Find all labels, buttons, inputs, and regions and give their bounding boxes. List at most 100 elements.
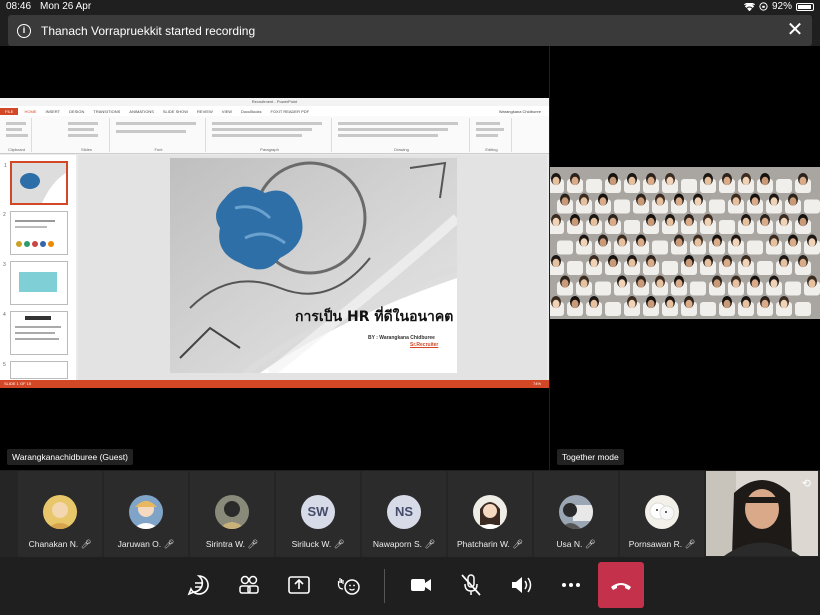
participant-tile[interactable]: Pornsawan R. 🎤︎ [620,471,704,557]
participant-tile[interactable]: NS Nawaporn S. 🎤︎ [362,471,446,557]
mic-muted-icon: 🎤︎ [684,539,696,549]
attendee-face [799,176,807,186]
participant-tile[interactable]: Phatcharin W. 🎤︎ [448,471,532,557]
battery-percent: 92% [771,1,792,12]
people-icon[interactable] [234,570,264,600]
auditorium-seat [557,240,573,255]
ribbon-group-label: Slides [81,147,92,152]
mic-muted-icon: 🎤︎ [424,539,436,549]
attendee-face [666,299,674,309]
camera-icon[interactable] [406,570,436,600]
mic-muted-icon: 🎤︎ [247,539,259,549]
ribbon-group-editing: Editing [472,118,512,152]
attendee-face [647,299,655,309]
attendee-face [666,217,674,227]
battery-icon [796,2,814,11]
participant-tile[interactable]: Usa N. 🎤︎ [534,471,618,557]
auditorium-seat [662,261,678,275]
participant-name: Siriluck W. 🎤︎ [291,539,345,549]
attendee-face [552,217,560,227]
attendee-face [789,197,797,206]
ppt-ribbon: Clipboard Slides Font Paragraph Drawing … [0,116,549,154]
attendee-face [732,279,740,288]
attendee-face [799,217,807,227]
slide-thumbnail: 5 [3,361,68,379]
speaker-icon[interactable] [506,570,536,600]
attendee-face [808,238,816,247]
status-bar: 08:46 Mon 26 Apr 92% [0,0,820,14]
slide-thumbnail: 2 [3,211,68,255]
attendee-face [694,197,702,206]
attendee-face [637,238,645,247]
auditorium-seat [785,281,801,296]
attendee-face [789,238,797,247]
ppt-tab: VIEW [221,108,233,114]
attendee-face [647,217,655,227]
attendee-face [580,197,588,206]
attendee-face [723,176,731,186]
avatar [473,495,507,529]
attendee-face [628,299,636,309]
thumbnail-number: 5 [3,362,6,368]
attendee-face [761,217,769,227]
participant-tile[interactable]: Sirintra W. 🎤︎ [190,471,274,557]
slide-counter: SLIDE 1 OF 15 [4,381,32,386]
thumbnail-number: 1 [4,163,7,169]
attendee-face [799,258,807,268]
auditorium-seat [757,261,773,275]
ribbon-group-label: Font [154,147,163,152]
avatar [43,495,77,529]
mic-muted-icon[interactable] [456,570,486,600]
ppt-tab: FILE [0,107,19,115]
status-time: 08:46 [6,1,32,12]
chat-icon[interactable] [184,570,214,600]
ribbon-group-paragraph: Paragraph [208,118,332,152]
share-screen-icon[interactable] [284,570,314,600]
attendee-face [571,299,579,309]
close-icon[interactable]: ✕ [784,19,806,41]
attendee-face [780,258,788,268]
slide-thumbnails: 1 2 3 4 5 [0,155,76,380]
zoom-level: 74% [532,381,541,386]
attendee-face [637,279,645,288]
attendee-face [599,197,607,206]
participant-name: Nawaporn S. 🎤︎ [372,539,436,549]
together-mode-tile[interactable]: Together mode [550,46,820,470]
reactions-icon[interactable] [334,570,364,600]
thumbnail-number: 2 [3,212,6,218]
call-controls [0,557,820,615]
attendee-face [713,279,721,288]
status-right: 92% [743,1,814,12]
attendee-face [694,238,702,247]
attendee-face [580,238,588,247]
more-icon[interactable] [556,570,586,600]
attendee-face [742,217,750,227]
powerpoint-window: Recruitment - PowerPoint FILE HOME INSER… [0,98,549,388]
mic-muted-icon: 🎤︎ [80,539,92,549]
attendee-face [761,176,769,186]
attendee-face [580,279,588,288]
hangup-button[interactable] [598,562,644,608]
participant-tile[interactable]: SW Siriluck W. 🎤︎ [276,471,360,557]
attendee-face [666,176,674,186]
avatar [645,495,679,529]
auditorium-seat [804,199,820,214]
attendee-face [770,238,778,247]
avatar-initials: NS [387,495,421,529]
avatar [215,495,249,529]
attendee-face [704,258,712,268]
auditorium-seat [690,281,706,296]
attendee-face [685,217,693,227]
attendee-face [552,258,560,268]
participant-name: Sirintra W. 🎤︎ [205,539,259,549]
switch-camera-icon[interactable]: ⟲ [802,477,811,490]
self-video-tile[interactable]: ⟲ [706,471,818,556]
ppt-tab: DESIGN [69,108,85,114]
thumbnail-number: 4 [3,312,6,318]
participant-tile[interactable]: Chanakan N. 🎤︎ [18,471,102,557]
participant-tile[interactable]: Jaruwan O. 🎤︎ [104,471,188,557]
thumbnail-number: 3 [3,262,6,268]
auditorium-seat [776,179,792,193]
mic-muted-icon: 🎤︎ [333,539,345,549]
ribbon-group-drawing: Drawing [334,118,470,152]
